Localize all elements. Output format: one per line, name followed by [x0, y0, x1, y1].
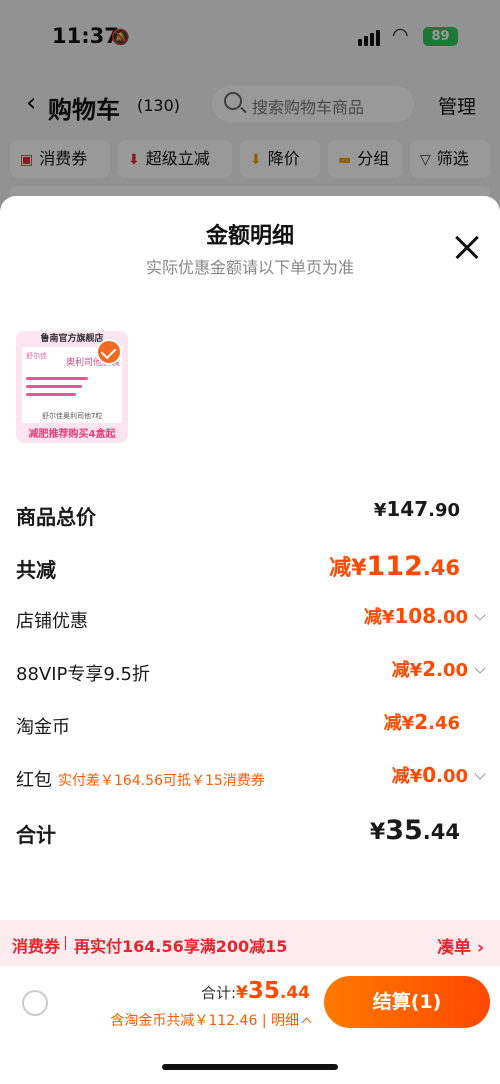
footer-total: 合计:¥35.44	[201, 978, 310, 1004]
amount-dec: .46	[422, 556, 460, 580]
row-total-discount: 共减 减¥112.46	[16, 546, 484, 586]
prefix: 减	[383, 713, 402, 734]
amount-dec: .44	[279, 983, 310, 1003]
currency: ¥	[401, 713, 415, 734]
row-subtotal: 商品总价 ¥147.90	[16, 493, 484, 533]
red-packet-note: 实付差￥164.56可抵￥15消费券	[58, 773, 265, 789]
selected-check-icon[interactable]	[96, 339, 122, 365]
amount-int: 147	[386, 497, 429, 521]
row-value: 减¥2.46	[384, 709, 460, 735]
amount-dec: .90	[428, 500, 460, 521]
prefix: 减	[363, 607, 382, 628]
coupon-tag: 消费券	[12, 937, 61, 956]
coupon-message: 再实付164.56享满200减15	[74, 937, 288, 956]
currency: ¥	[236, 983, 248, 1003]
chevron-down-icon	[474, 768, 486, 780]
currency: ¥	[373, 500, 387, 521]
row-vip-discount[interactable]: 88VIP专享9.5折 减¥2.00	[16, 652, 486, 692]
currency: ¥	[351, 556, 367, 581]
row-label: 88VIP专享9.5折	[16, 664, 151, 685]
sheet-title: 金额明细	[205, 224, 294, 249]
discount-detail-toggle[interactable]: 含淘金币共减￥112.46 | 明细	[110, 1010, 312, 1030]
amount-dec: .44	[422, 820, 460, 844]
row-value: 减¥108.00	[363, 603, 486, 629]
amount-dec: .46	[428, 713, 460, 734]
amount-int: 108	[394, 604, 437, 628]
currency: ¥	[381, 607, 395, 628]
row-value: ¥35.44	[370, 815, 460, 846]
checkout-bar: 合计:¥35.44 含淘金币共减￥112.46 | 明细 结算(1)	[0, 966, 500, 1084]
decor-stripe	[26, 393, 76, 396]
product-brand: 舒尔佳	[26, 352, 47, 360]
discount-text: 含淘金币共减￥112.46 | 明细	[110, 1013, 299, 1029]
prefix: 减	[391, 766, 410, 787]
total-label: 合计:	[200, 984, 237, 1002]
add-on-link[interactable]: 凑单 ›	[437, 933, 484, 958]
chevron-down-icon	[474, 609, 486, 621]
amount-int: 35	[385, 815, 423, 846]
row-label: 店铺优惠	[16, 611, 88, 632]
amount-dec: .00	[436, 766, 468, 787]
row-value: 减¥112.46	[329, 550, 460, 582]
amount-int: 35	[247, 978, 280, 1004]
row-store-discount[interactable]: 店铺优惠 减¥108.00	[16, 599, 486, 639]
chevron-up-icon	[301, 1017, 312, 1028]
amount-int: 2	[422, 657, 437, 681]
home-indicator	[162, 1064, 338, 1070]
product-spec: 舒尔佳奥利司他7粒	[42, 412, 103, 420]
row-label: 淘金币	[16, 717, 70, 738]
amount-int: 0	[422, 763, 437, 787]
select-all-radio[interactable]	[22, 990, 48, 1016]
amount-int: 112	[366, 551, 423, 582]
amount-detail-sheet: 金额明细 实际优惠金额请以下单页为准 鲁南官方旗舰店 舒尔佳 奥利司他胶囊 舒尔…	[0, 196, 500, 1084]
row-label: 共减	[16, 558, 56, 582]
prefix: 减	[391, 660, 410, 681]
row-value: ¥147.90	[374, 497, 460, 521]
checkout-button[interactable]: 结算(1)	[324, 976, 490, 1028]
close-icon[interactable]	[454, 234, 480, 260]
row-label: 红包	[16, 770, 52, 791]
row-label: 商品总价	[16, 505, 96, 529]
coupon-banner: 消费券 再实付164.56享满200减15 凑单 ›	[0, 920, 500, 966]
sheet-subtitle: 实际优惠金额请以下单页为准	[145, 258, 354, 277]
decor-stripe	[26, 385, 82, 388]
product-promo: 减肥推荐购买4盒起	[28, 429, 116, 440]
row-value: 减¥0.00	[391, 762, 486, 788]
product-thumbnail[interactable]: 鲁南官方旗舰店 舒尔佳 奥利司他胶囊 舒尔佳奥利司他7粒 减肥推荐购买4盒起	[16, 331, 128, 443]
divider	[65, 936, 66, 950]
currency: ¥	[369, 820, 386, 845]
row-total: 合计 ¥35.44	[16, 811, 484, 851]
row-value: 减¥2.00	[391, 656, 486, 682]
amount-int: 2	[414, 710, 429, 734]
row-taojinbi: 淘金币 减¥2.46	[16, 705, 484, 745]
chevron-down-icon	[474, 662, 486, 674]
prefix: 减	[329, 556, 352, 581]
decor-stripe	[26, 377, 88, 380]
currency: ¥	[409, 660, 423, 681]
row-red-packet[interactable]: 红包 实付差￥164.56可抵￥15消费券 减¥0.00	[16, 758, 486, 798]
currency: ¥	[409, 766, 423, 787]
amount-dec: .00	[436, 607, 468, 628]
amount-dec: .00	[436, 660, 468, 681]
row-label: 合计	[16, 823, 56, 847]
